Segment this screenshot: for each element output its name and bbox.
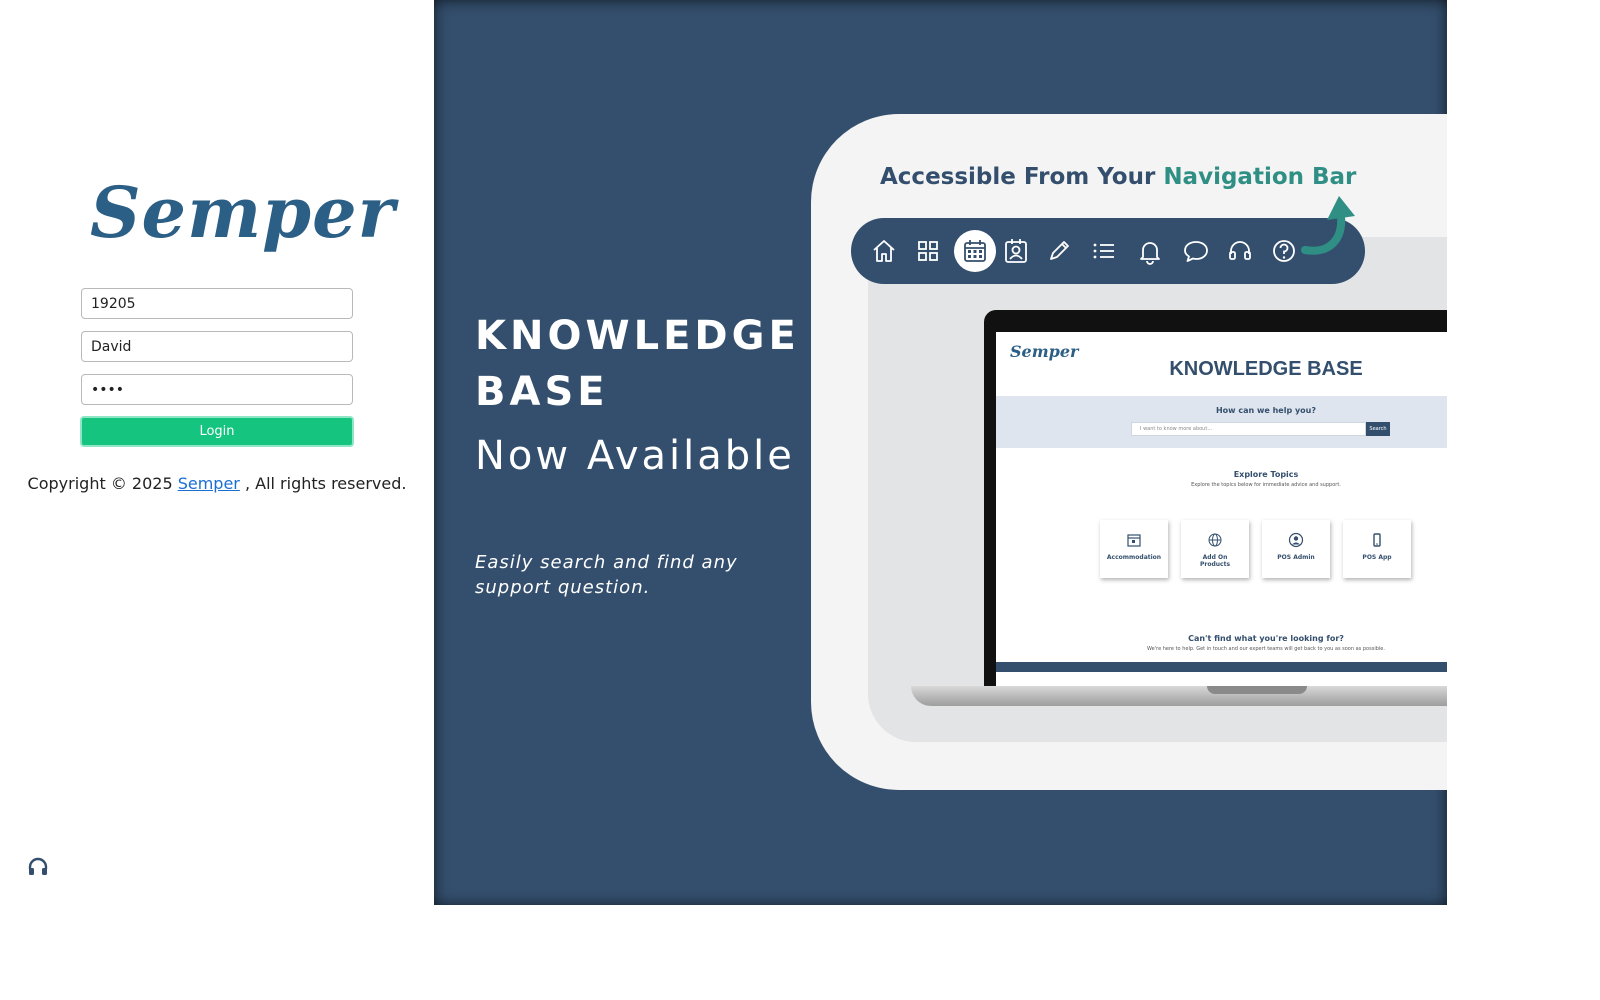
topic-label: POS App (1362, 554, 1392, 561)
screen-footer (996, 662, 1447, 672)
copyright-text: Copyright © 2025 Semper , All rights res… (0, 474, 434, 493)
screen-cant-find-sub: We're here to help. Get in touch and our… (1147, 646, 1385, 652)
screen-logo: Semper (1010, 342, 1079, 361)
list-icon (1089, 236, 1119, 266)
globe-icon (1208, 533, 1222, 547)
banner-subtitle: Now Available (475, 433, 795, 479)
headset-icon[interactable] (26, 855, 50, 879)
headset-icon (1225, 236, 1255, 266)
topic-tile-pos-admin: POS Admin (1262, 520, 1330, 578)
screen-search-button: Search (1366, 422, 1390, 436)
calendar-icon (960, 236, 990, 266)
pencil-icon (1044, 236, 1074, 266)
nav-caption-highlight: Navigation Bar (1163, 164, 1357, 190)
screen-help-heading: How can we help you? (1215, 406, 1316, 415)
navigation-preview-card: Accessible From Your Navigation Bar Semp… (811, 114, 1447, 790)
navigation-bar-mockup (851, 218, 1365, 284)
username-input[interactable] (81, 331, 353, 362)
semper-logo: Semper (90, 171, 396, 254)
login-panel: Semper Login Copyright © 2025 Semper , A… (0, 0, 434, 1000)
chat-icon (1181, 236, 1211, 266)
phone-icon (1373, 533, 1381, 547)
screen-search-input: I want to know more about... (1131, 422, 1366, 436)
calendar-icon (1127, 534, 1141, 547)
contact-icon (1001, 236, 1031, 266)
laptop-notch (1207, 686, 1307, 694)
screen-title: KNOWLEDGE BASE (1169, 358, 1363, 380)
screen-explore-heading: Explore Topics (1233, 470, 1299, 479)
home-icon (869, 236, 899, 266)
topic-label: Accommodation (1106, 554, 1162, 561)
company-id-input[interactable] (81, 288, 353, 319)
login-button[interactable]: Login (80, 416, 354, 447)
topic-tile-accommodation: Accommodation (1100, 520, 1168, 578)
laptop-screen: Semper KNOWLEDGE BASE How can we help yo… (996, 332, 1447, 686)
topic-label: Add On Products (1199, 554, 1231, 568)
copyright-prefix: Copyright © 2025 (27, 474, 178, 493)
knowledge-base-banner: KNOWLEDGE BASE Now Available Easily sear… (434, 0, 1447, 905)
curved-arrow-icon (1299, 192, 1367, 260)
topic-tile-pos-app: POS App (1343, 520, 1411, 578)
copyright-suffix: , All rights reserved. (239, 474, 407, 493)
grid-icon (913, 236, 943, 266)
laptop-mockup: Semper KNOWLEDGE BASE How can we help yo… (984, 310, 1447, 686)
help-icon (1269, 236, 1299, 266)
password-input[interactable] (81, 374, 353, 405)
screen-cant-find-heading: Can't find what you're looking for? (1188, 634, 1344, 643)
nav-caption-prefix: Accessible From Your (880, 164, 1164, 190)
semper-link[interactable]: Semper (178, 474, 240, 493)
bell-icon (1135, 236, 1165, 266)
topic-label: POS Admin (1277, 554, 1315, 561)
banner-title: KNOWLEDGE BASE (475, 313, 800, 415)
user-icon (1288, 532, 1304, 548)
nav-caption: Accessible From Your Navigation Bar (880, 164, 1356, 190)
topic-tile-add-on-products: Add On Products (1181, 520, 1249, 578)
laptop-base (911, 686, 1447, 706)
screen-explore-sub: Explore the topics below for immediate a… (1191, 482, 1341, 488)
banner-tagline: Easily search and find any support quest… (475, 552, 738, 598)
